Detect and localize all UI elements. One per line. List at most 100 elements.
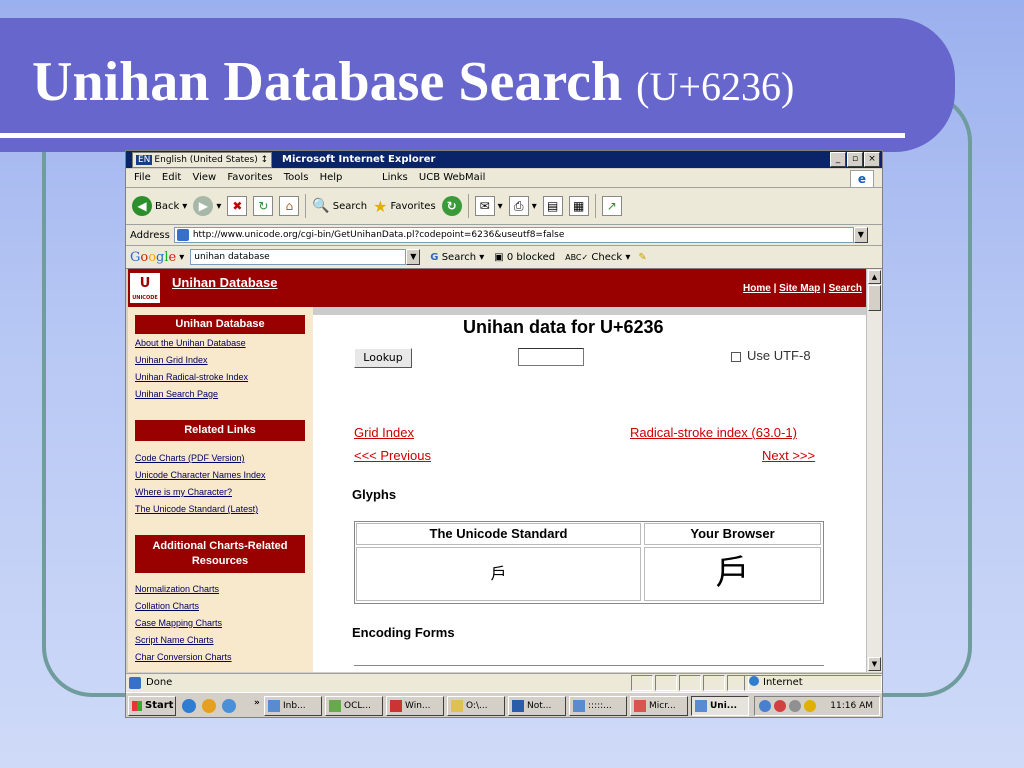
link-ucb-webmail[interactable]: UCB WebMail bbox=[419, 172, 485, 183]
task-ie-colons-label: :::::... bbox=[588, 701, 612, 711]
task-ocl[interactable]: OCL... bbox=[325, 696, 383, 716]
slide-title: Unihan Database Search (U+6236) bbox=[32, 50, 794, 114]
window-titlebar: EN English (United States) ↕ Microsoft In… bbox=[126, 151, 882, 168]
task-win[interactable]: Win... bbox=[386, 696, 444, 716]
forward-button[interactable]: ▶ ▾ bbox=[193, 196, 221, 216]
stop-button[interactable]: ✖ bbox=[227, 196, 248, 216]
ie-window: EN English (United States) ↕ Microsoft In… bbox=[125, 150, 883, 718]
back-button[interactable]: ◀ Back ▾ bbox=[132, 196, 187, 216]
address-dropdown-button[interactable]: ▼ bbox=[853, 227, 868, 243]
address-input[interactable]: http://www.unicode.org/cgi-bin/GetUnihan… bbox=[173, 227, 854, 243]
nav-home-link[interactable]: Home bbox=[743, 283, 771, 294]
task-unihan[interactable]: Uni... bbox=[691, 696, 749, 716]
menu-edit[interactable]: Edit bbox=[162, 172, 181, 183]
nav-link-normalization[interactable]: Normalization Charts bbox=[135, 584, 219, 594]
menu-view[interactable]: View bbox=[192, 172, 216, 183]
next-link[interactable]: Next >>> bbox=[762, 448, 815, 463]
menu-file[interactable]: File bbox=[134, 172, 151, 183]
nav-link-collation[interactable]: Collation Charts bbox=[135, 601, 199, 611]
highlighter-icon[interactable]: ✎ bbox=[638, 252, 646, 263]
settings-tray-icon[interactable] bbox=[789, 700, 801, 712]
web-page: U UNICODE Unihan Database Home | Site Map… bbox=[128, 269, 868, 672]
maximize-button[interactable]: ▫ bbox=[847, 152, 863, 167]
nav-sitemap-link[interactable]: Site Map bbox=[779, 283, 820, 294]
nav-link-grid-index[interactable]: Unihan Grid Index bbox=[135, 355, 208, 365]
spell-check-button[interactable]: ABC✓ Check ▾ bbox=[565, 252, 630, 263]
messenger-button[interactable]: ↗ bbox=[601, 196, 622, 216]
task-ocl-label: OCL... bbox=[344, 701, 371, 711]
ie-quicklaunch-icon[interactable] bbox=[182, 699, 196, 713]
lookup-button[interactable]: Lookup bbox=[354, 348, 412, 368]
status-panes bbox=[631, 675, 749, 691]
google-search-input[interactable]: unihan database bbox=[190, 249, 407, 265]
menu-tools[interactable]: Tools bbox=[284, 172, 309, 183]
system-tray: 11:16 AM bbox=[754, 696, 880, 716]
nav-link-about-unihan[interactable]: About the Unihan Database bbox=[135, 338, 246, 348]
folder-icon bbox=[451, 700, 463, 712]
site-name-link[interactable]: Unihan Database bbox=[172, 275, 277, 290]
close-button[interactable]: × bbox=[864, 152, 880, 167]
search-button[interactable]: 🔍 Search bbox=[312, 198, 367, 214]
mail-icon: ✉ bbox=[474, 196, 495, 216]
desktop-quicklaunch-icon[interactable] bbox=[222, 699, 236, 713]
document-icon: ▤ bbox=[542, 196, 563, 216]
task-microsoft[interactable]: Micr... bbox=[630, 696, 688, 716]
task-microsoft-label: Micr... bbox=[649, 701, 676, 711]
task-inbox[interactable]: Inb... bbox=[264, 696, 322, 716]
nav-link-unicode-standard[interactable]: The Unicode Standard (Latest) bbox=[135, 504, 258, 514]
mail-button[interactable]: ✉ ▾ bbox=[474, 196, 503, 216]
language-bar[interactable]: EN English (United States) ↕ bbox=[132, 152, 273, 168]
google-history-dropdown[interactable]: ▼ bbox=[406, 249, 421, 265]
unicode-logo[interactable]: U UNICODE bbox=[130, 273, 160, 303]
home-button[interactable]: ⌂ bbox=[279, 196, 300, 216]
task-ie-colons[interactable]: :::::... bbox=[569, 696, 627, 716]
clock[interactable]: 11:16 AM bbox=[830, 697, 873, 715]
nav-link-char-conversion[interactable]: Char Conversion Charts bbox=[135, 652, 232, 662]
history-button[interactable]: ↻ bbox=[441, 196, 462, 216]
update-tray-icon[interactable] bbox=[804, 700, 816, 712]
previous-link[interactable]: <<< Previous bbox=[354, 448, 431, 463]
nav-link-code-charts[interactable]: Code Charts (PDF Version) bbox=[135, 453, 245, 463]
status-bar: Done Internet bbox=[126, 673, 882, 692]
network-tray-icon[interactable] bbox=[759, 700, 771, 712]
task-notepad[interactable]: Not... bbox=[508, 696, 566, 716]
print-button[interactable]: ⎙ ▾ bbox=[508, 196, 537, 216]
discuss-button[interactable]: ▦ bbox=[568, 196, 589, 216]
outlook-quicklaunch-icon[interactable] bbox=[202, 699, 216, 713]
nav-link-search-page[interactable]: Unihan Search Page bbox=[135, 389, 218, 399]
google-search-button[interactable]: G Search ▾ bbox=[430, 252, 484, 263]
start-button[interactable]: Start bbox=[128, 696, 176, 716]
nav-link-case-mapping[interactable]: Case Mapping Charts bbox=[135, 618, 222, 628]
quicklaunch-overflow-icon[interactable]: » bbox=[254, 698, 260, 708]
codepoint-input[interactable] bbox=[518, 348, 584, 366]
favorites-button[interactable]: ★ Favorites bbox=[373, 197, 436, 216]
menu-favorites[interactable]: Favorites bbox=[227, 172, 272, 183]
nav-link-script-name[interactable]: Script Name Charts bbox=[135, 635, 214, 645]
task-folder[interactable]: O:\... bbox=[447, 696, 505, 716]
scroll-down-button[interactable]: ▼ bbox=[868, 657, 881, 671]
scroll-thumb[interactable] bbox=[868, 285, 881, 311]
nav-link-where-character[interactable]: Where is my Character? bbox=[135, 487, 232, 497]
security-tray-icon[interactable] bbox=[774, 700, 786, 712]
task-win-label: Win... bbox=[405, 701, 431, 711]
vertical-scrollbar[interactable]: ▲ ▼ bbox=[866, 269, 882, 672]
printer-icon: ▦ bbox=[568, 196, 589, 216]
use-utf8-checkbox[interactable] bbox=[731, 352, 741, 362]
popup-blocker-button[interactable]: ▣ 0 blocked bbox=[494, 252, 555, 263]
col-your-browser: Your Browser bbox=[644, 523, 821, 545]
nav-search-link[interactable]: Search bbox=[829, 283, 862, 294]
chevron-down-icon[interactable]: ▾ bbox=[179, 252, 184, 263]
menu-help[interactable]: Help bbox=[320, 172, 343, 183]
radical-stroke-link[interactable]: Radical-stroke index (63.0-1) bbox=[630, 425, 797, 440]
refresh-button[interactable]: ↻ bbox=[253, 196, 274, 216]
nav-link-radical-stroke[interactable]: Unihan Radical-stroke Index bbox=[135, 372, 248, 382]
nav-link-names-index[interactable]: Unicode Character Names Index bbox=[135, 470, 266, 480]
edit-button[interactable]: ▤ bbox=[542, 196, 563, 216]
toolbar-separator bbox=[594, 194, 596, 218]
grid-index-link[interactable]: Grid Index bbox=[354, 425, 414, 440]
site-nav: Home | Site Map | Search bbox=[743, 283, 862, 294]
minimize-button[interactable]: _ bbox=[830, 152, 846, 167]
security-zone: Internet bbox=[744, 675, 882, 691]
google-logo[interactable]: Google bbox=[130, 250, 176, 265]
scroll-up-button[interactable]: ▲ bbox=[868, 270, 881, 284]
